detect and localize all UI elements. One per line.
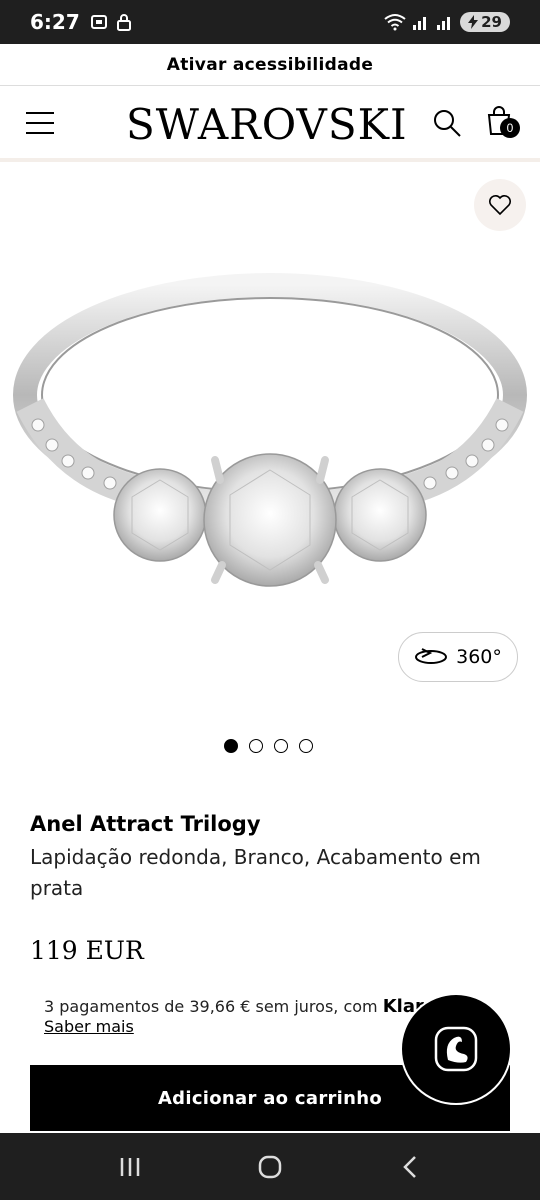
site-header: SWAROVSKI 0 [0, 86, 540, 162]
financing-text: 3 pagamentos de 39,66 € sem juros, com [44, 997, 383, 1016]
system-nav-bar [0, 1133, 540, 1200]
pagination-dot-1[interactable] [224, 739, 238, 753]
search-icon[interactable] [432, 108, 462, 138]
view-360-button[interactable]: 360° [398, 632, 518, 682]
pagination-dot-3[interactable] [274, 739, 288, 753]
status-left-icons [90, 13, 132, 31]
product-image [13, 273, 527, 587]
view-360-label: 360° [456, 646, 502, 668]
brand-logo[interactable]: SWAROVSKI [126, 100, 408, 149]
status-time: 6:27 [30, 10, 80, 34]
home-icon[interactable] [250, 1147, 290, 1187]
signal-icon [413, 17, 427, 30]
battery-level: 29 [481, 13, 502, 31]
cart-count-badge: 0 [500, 118, 520, 138]
charging-icon [468, 15, 479, 29]
screen-capture-icon [90, 15, 107, 29]
product-price: 119 EUR [30, 936, 144, 965]
menu-icon[interactable] [26, 112, 54, 134]
gallery-pagination [224, 739, 313, 753]
lock-icon [116, 14, 131, 31]
pagination-dot-4[interactable] [299, 739, 313, 753]
signal-icon-2 [437, 17, 451, 30]
battery-indicator: 29 [460, 12, 510, 32]
financing-info: 3 pagamentos de 39,66 € sem juros, com K… [44, 996, 449, 1017]
back-icon[interactable] [390, 1147, 430, 1187]
rotate-360-icon [415, 648, 448, 664]
product-description: Lapidação redonda, Branco, Acabamento em… [30, 845, 481, 900]
product-gallery[interactable]: 360° [0, 165, 540, 775]
learn-more-link[interactable]: Saber mais [44, 1017, 134, 1036]
recent-apps-icon[interactable] [110, 1147, 150, 1187]
wishlist-button[interactable] [474, 179, 526, 231]
chat-button[interactable] [400, 993, 512, 1105]
heart-icon [489, 195, 511, 216]
swan-chat-icon [434, 1026, 478, 1072]
wifi-icon [384, 14, 406, 31]
pagination-dot-2[interactable] [249, 739, 263, 753]
cart-button[interactable]: 0 [486, 106, 522, 142]
status-bar: 6:27 29 [0, 0, 540, 44]
product-title: Anel Attract Trilogy [30, 812, 261, 836]
accessibility-toggle[interactable]: Ativar acessibilidade [0, 44, 540, 86]
status-right-icons: 29 [384, 12, 510, 32]
